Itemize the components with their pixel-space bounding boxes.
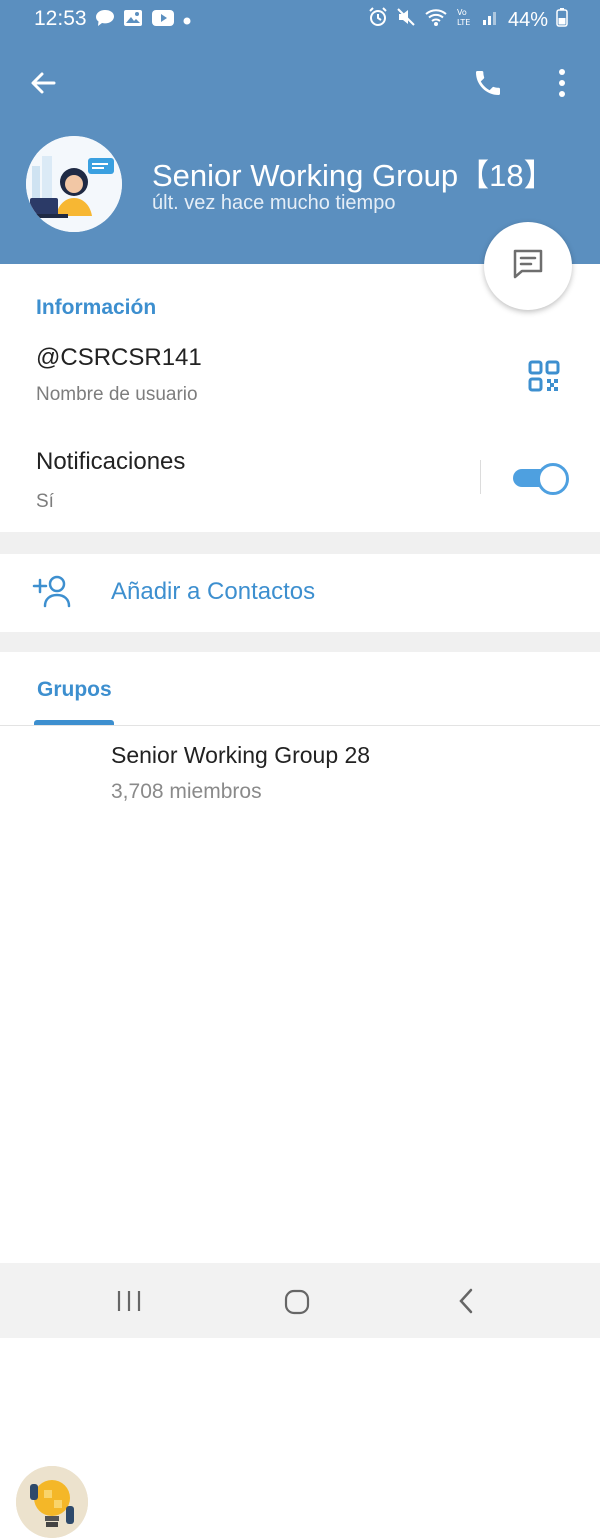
youtube-icon xyxy=(151,9,175,32)
recent-apps-button[interactable] xyxy=(116,1289,142,1318)
username-value[interactable]: @CSRCSR141 xyxy=(36,344,202,372)
battery-text: 44% xyxy=(507,8,548,31)
add-person-icon xyxy=(32,574,72,613)
back-button[interactable] xyxy=(28,68,58,103)
group-members: 3,708 miembros xyxy=(111,780,262,803)
notifications-value: Sí xyxy=(36,491,54,512)
more-vert-icon xyxy=(552,69,572,102)
notifications-divider xyxy=(480,460,481,494)
wifi-icon xyxy=(424,7,448,33)
phone-icon xyxy=(472,71,504,103)
home-button[interactable] xyxy=(284,1289,310,1320)
notifications-toggle[interactable] xyxy=(513,463,569,495)
chat-bubble-icon xyxy=(95,9,115,32)
call-button[interactable] xyxy=(472,67,504,104)
svg-text:LTE: LTE xyxy=(457,18,470,27)
tab-groups[interactable]: Grupos xyxy=(37,678,112,702)
qr-code-button[interactable] xyxy=(528,360,560,397)
group-name: Senior Working Group 28 xyxy=(111,742,371,768)
add-contact-label[interactable]: Añadir a Contactos xyxy=(111,578,315,606)
volte-icon: Vo LTE xyxy=(456,7,474,33)
profile-avatar[interactable] xyxy=(26,136,122,232)
username-label: Nombre de usuario xyxy=(36,384,198,405)
nav-back-button[interactable] xyxy=(456,1287,476,1320)
battery-icon xyxy=(556,7,568,33)
tab-divider xyxy=(0,725,600,726)
group-avatar xyxy=(16,1466,88,1538)
send-message-button[interactable] xyxy=(484,222,572,310)
qr-code-icon xyxy=(528,360,560,396)
image-icon xyxy=(123,9,143,32)
notifications-label[interactable]: Notificaciones xyxy=(36,448,185,476)
more-options-button[interactable] xyxy=(552,68,572,103)
system-nav-bar xyxy=(0,1263,600,1338)
chat-title: Senior Working Group【18】 xyxy=(152,158,555,193)
list-item[interactable]: Senior Working Group 28 3,708 miembros xyxy=(0,728,600,1538)
alarm-icon xyxy=(368,7,388,33)
section-separator xyxy=(0,532,600,554)
mute-icon xyxy=(396,7,416,33)
arrow-left-icon xyxy=(28,72,58,102)
status-time: 12:53 xyxy=(34,7,87,30)
dot-icon xyxy=(183,12,191,30)
section-separator-2 xyxy=(0,632,600,652)
last-seen-status: últ. vez hace mucho tiempo xyxy=(152,192,396,214)
signal-icon xyxy=(482,8,500,32)
info-section-title: Información xyxy=(36,296,157,319)
svg-text:Vo: Vo xyxy=(457,8,467,17)
toggle-knob xyxy=(537,463,569,495)
message-icon xyxy=(510,246,546,287)
status-bar: 12:53 Vo LTE 44% xyxy=(0,0,600,40)
